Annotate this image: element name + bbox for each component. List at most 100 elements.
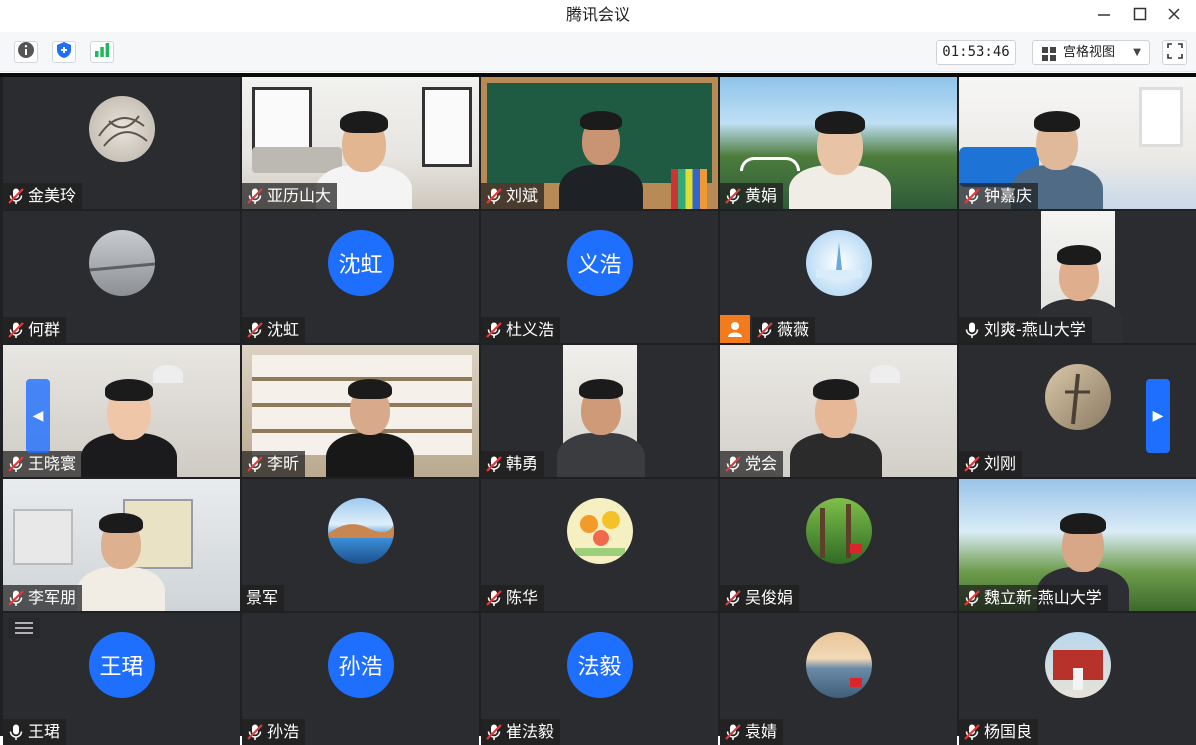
participant-tile[interactable]: 杨国良: [959, 613, 1196, 745]
avatar: 义浩: [566, 230, 633, 296]
avatar: 王珺: [88, 632, 155, 698]
participant-name: 李昕: [267, 454, 300, 473]
participant-tile[interactable]: 亚历山大: [242, 77, 479, 209]
mic-muted-icon: [485, 455, 503, 473]
participant-tile[interactable]: 沈虹 沈虹: [242, 211, 479, 343]
participant-tile[interactable]: 刘爽-燕山大学: [959, 211, 1196, 343]
participant-tile[interactable]: 金美玲: [3, 77, 240, 209]
participant-name-tag: 李昕: [242, 451, 306, 477]
prev-page-button[interactable]: ◀: [26, 379, 50, 453]
participant-name: 王晓寰: [28, 454, 77, 473]
participant-name: 黄娟: [745, 186, 778, 205]
participant-name: 刘斌: [506, 186, 539, 205]
close-button[interactable]: [1154, 0, 1194, 30]
mic-muted-icon: [963, 455, 981, 473]
participant-tile[interactable]: 李昕: [242, 345, 479, 477]
avatar: [88, 230, 155, 296]
participant-name-tag: 王珺: [3, 719, 67, 745]
participant-name: 杜义浩: [506, 320, 555, 339]
participant-name-tag: 金美玲: [3, 183, 83, 209]
view-mode-label: 宫格视图: [1063, 45, 1116, 60]
participant-tile[interactable]: 党会: [720, 345, 957, 477]
participant-name: 王珺: [28, 722, 61, 741]
participant-tile[interactable]: 魏立新-燕山大学: [959, 479, 1196, 611]
signal-icon: [93, 41, 111, 63]
next-page-button[interactable]: ▶: [1146, 379, 1170, 453]
participant-name-tag: 杨国良: [959, 719, 1039, 745]
minimize-button[interactable]: [1084, 0, 1124, 30]
participant-tile[interactable]: 法毅崔法毅: [481, 613, 718, 745]
participant-name-tag: 李军朋: [3, 585, 83, 611]
avatar: [805, 498, 872, 564]
mic-muted-icon: [485, 723, 503, 741]
fullscreen-button[interactable]: [1162, 40, 1187, 65]
maximize-icon: [1133, 6, 1147, 25]
participant-name: 钟嘉庆: [984, 186, 1033, 205]
mic-muted-icon: [724, 589, 742, 607]
meeting-timer: 01:53:46: [936, 40, 1016, 65]
toolbar: 01:53:46 宫格视图 ▼: [0, 32, 1196, 72]
participant-tile[interactable]: 李军朋: [3, 479, 240, 611]
participant-name-tag: 王晓寰: [3, 451, 83, 477]
fullscreen-icon: [1166, 42, 1183, 63]
participant-name-tag: 陈华: [481, 585, 545, 611]
person-icon: [720, 315, 750, 343]
signal-button[interactable]: [90, 41, 114, 63]
participant-tile[interactable]: 韩勇: [481, 345, 718, 477]
participant-tile[interactable]: 义浩杜义浩: [481, 211, 718, 343]
participant-tile[interactable]: 薇薇: [720, 211, 957, 343]
participant-name: 崔法毅: [506, 722, 555, 741]
participant-tile[interactable]: 何群: [3, 211, 240, 343]
view-mode-dropdown[interactable]: 宫格视图 ▼: [1032, 40, 1150, 65]
avatar: 孙浩: [327, 632, 394, 698]
participant-name-tag: 魏立新-燕山大学: [959, 585, 1108, 611]
grid-view-icon: [1042, 46, 1056, 69]
participant-tile[interactable]: 黄娟: [720, 77, 957, 209]
shield-icon: [55, 41, 73, 63]
participant-tile[interactable]: 袁婧: [720, 613, 957, 745]
title-bar: 腾讯会议: [0, 0, 1196, 32]
participant-name: 沈虹: [267, 320, 300, 339]
participant-name-tag: 刘爽-燕山大学: [959, 317, 1092, 343]
avatar: [805, 230, 872, 296]
minimize-icon: [1097, 6, 1111, 25]
participant-tile[interactable]: 陈华: [481, 479, 718, 611]
mic-muted-icon: [246, 321, 264, 339]
participant-name: 吴俊娟: [745, 588, 794, 607]
chevron-right-icon: ▶: [1152, 408, 1164, 424]
participant-name: 刘爽-燕山大学: [984, 320, 1086, 339]
participant-name-tag: 韩勇: [481, 451, 545, 477]
mic-muted-icon: [485, 187, 503, 205]
mic-muted-icon: [724, 187, 742, 205]
participant-name: 陈华: [506, 588, 539, 607]
mic-muted-icon: [246, 187, 264, 205]
mic-muted-icon: [963, 589, 981, 607]
participant-name: 韩勇: [506, 454, 539, 473]
avatar: 沈虹: [327, 230, 394, 296]
info-button[interactable]: [14, 41, 38, 63]
participant-tile[interactable]: 刘斌: [481, 77, 718, 209]
mic-muted-icon: [7, 187, 25, 205]
avatar: [88, 96, 155, 162]
participant-name-tag: 何群: [3, 317, 67, 343]
avatar: [327, 498, 394, 564]
participant-name-tag: 钟嘉庆: [959, 183, 1039, 209]
participant-name: 薇薇: [777, 320, 810, 339]
window-title: 腾讯会议: [565, 5, 630, 24]
security-button[interactable]: [52, 41, 76, 63]
participant-tile[interactable]: 景军: [242, 479, 479, 611]
participant-name-tag: 孙浩: [242, 719, 306, 745]
avatar: [805, 632, 872, 698]
participant-list-button[interactable]: [8, 617, 40, 639]
participant-tile[interactable]: 钟嘉庆: [959, 77, 1196, 209]
mic-muted-icon: [485, 321, 503, 339]
avatar: 法毅: [566, 632, 633, 698]
mic-muted-icon: [724, 455, 742, 473]
participant-name-tag: 崔法毅: [481, 719, 561, 745]
participant-name-tag: 吴俊娟: [720, 585, 800, 611]
participant-name-tag: 薇薇: [752, 317, 816, 343]
participant-name: 亚历山大: [267, 186, 332, 205]
mic-muted-icon: [246, 455, 264, 473]
participant-tile[interactable]: 吴俊娟: [720, 479, 957, 611]
participant-tile[interactable]: 孙浩 孙浩: [242, 613, 479, 745]
